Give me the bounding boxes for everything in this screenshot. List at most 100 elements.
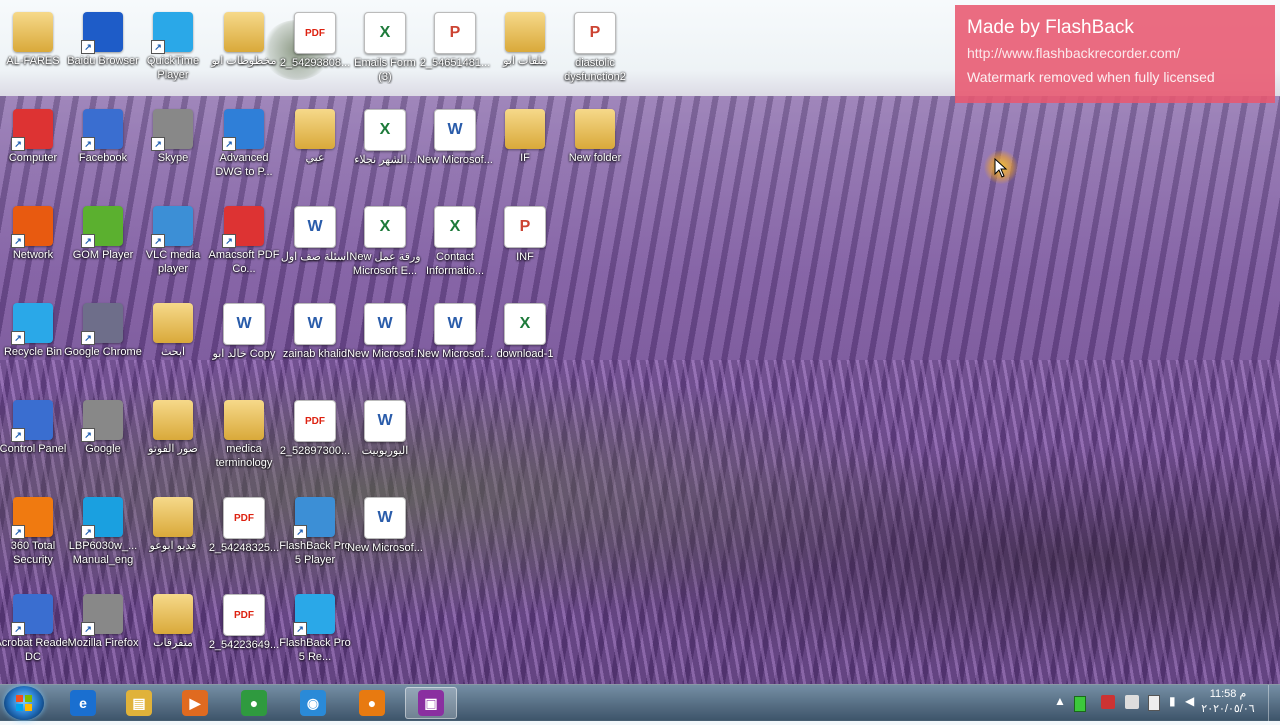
tray-volume-icon[interactable]: ◀ — [1185, 694, 1194, 708]
folder-file-icon — [575, 109, 615, 149]
desktop-icon-new-microsof[interactable]: W New Microsof... — [347, 491, 423, 585]
desktop-icon-skype[interactable]: ↗ Skype — [138, 103, 208, 197]
taskbar-button-media-player[interactable]: ▶ — [169, 687, 221, 719]
desktop-icon-item[interactable]: فديو ابوعو — [138, 491, 208, 585]
desktop-icon-2-54293808[interactable]: PDF 2_54293808... — [280, 6, 350, 100]
app-file-icon: ↗ — [222, 206, 264, 248]
desktop-icon-label: medica terminology — [215, 443, 273, 469]
desktop-icon-2-54651481[interactable]: P 2_54651481... — [420, 6, 490, 100]
desktop-icon-google[interactable]: ↗ Google — [68, 394, 138, 488]
desktop-icon-label: ملفات ابو — [503, 55, 547, 67]
desktop-icon-item[interactable]: X الشهر نجلاء... — [350, 103, 420, 197]
gom-player-icon: ● — [359, 690, 385, 716]
desktop-icon-mozilla-firefox[interactable]: ↗ Mozilla Firefox — [68, 588, 138, 682]
desktop-icon-inf[interactable]: P INF — [490, 200, 560, 294]
desktop-icon-label: عبي — [305, 152, 325, 164]
desktop-icon-computer[interactable]: ↗ Computer — [0, 103, 68, 197]
taskbar-button-windows-explorer[interactable]: ▤ — [113, 687, 165, 719]
desktop-icon-new-microsof[interactable]: W New Microsof... — [347, 297, 423, 391]
taskbar-button-baidu-browser[interactable]: ◉ — [287, 687, 339, 719]
desktop-icon-network[interactable]: ↗ Network — [0, 200, 68, 294]
tray-app-icon[interactable] — [1101, 695, 1115, 709]
desktop-icon-item[interactable]: متفرقات — [138, 588, 208, 682]
tray-battery-meter-icon[interactable] — [1074, 696, 1086, 712]
desktop-icon-download-1[interactable]: Xdownload-1 — [490, 297, 560, 391]
desktop-icon-control-panel[interactable]: ↗ Control Panel — [0, 394, 68, 488]
desktop-icon-recycle-bin[interactable]: ↗ Recycle Bin — [0, 297, 68, 391]
app-file-icon: ↗ — [293, 594, 335, 636]
shortcut-arrow-icon: ↗ — [81, 40, 95, 54]
desktop-icon-label: New Microsof... — [347, 348, 423, 360]
shortcut-arrow-icon: ↗ — [11, 622, 25, 636]
app-file-icon: ↗ — [81, 303, 123, 345]
desktop-icon-diastolic-dysfunction2[interactable]: Pdiastolic dysfunction2 — [560, 6, 630, 100]
google-chrome-icon: ● — [241, 690, 267, 716]
desktop-icon-label: Contact Informatio... — [425, 251, 485, 277]
desktop-icon-item[interactable]: W اسئلة صف اول — [280, 200, 350, 294]
desktop-icon-item[interactable]: ابحث — [138, 297, 208, 391]
desktop-icon-contact-informatio[interactable]: X Contact Informatio... — [420, 200, 490, 294]
desktop-icon-emails-form-3[interactable]: X Emails Form (3) — [350, 6, 420, 100]
taskbar: e ▤ ▶ ● ◉ ● ▣ ▲ ▮ ◀ 11:58 م ٢٠٢٠/٠٥/٠٦ — [0, 684, 1280, 721]
desktop-icon-medica-terminology[interactable]: medica terminology — [209, 394, 279, 488]
desktop-icon-360-total-security[interactable]: ↗ 360 Total Security — [0, 491, 68, 585]
desktop-icon-label: اليوريوبيت — [361, 445, 409, 457]
taskbar-button-google-chrome[interactable]: ● — [228, 687, 280, 719]
folder-file-icon — [13, 12, 53, 52]
desktop-icon-label: Control Panel — [0, 443, 67, 455]
desktop-icon-2-54223649[interactable]: PDF 2_54223649... — [209, 588, 279, 682]
desktop-icon-amacsoft-pdf-co[interactable]: ↗ Amacsoft PDF Co... — [209, 200, 279, 294]
desktop-icon-copy[interactable]: W خالد ابو Copy — [209, 297, 279, 391]
desktop-icon-acrobat-reader-dc[interactable]: ↗ Acrobat Reader DC — [0, 588, 72, 682]
desktop-icon-item[interactable]: ملفات ابو — [490, 6, 560, 100]
desktop-icon-label: LBP6030w_... Manual_eng — [68, 540, 138, 566]
desktop-icon-al-fares[interactable]: AL-FARES — [0, 6, 68, 100]
desktop-icon-lbp6030w-manual-eng[interactable]: ↗ LBP6030w_... Manual_eng — [68, 491, 138, 585]
app-file-icon: ↗ — [11, 400, 53, 442]
desktop-icon-label: خالد ابو Copy — [212, 348, 276, 360]
taskbar-button-gom-player[interactable]: ● — [346, 687, 398, 719]
desktop-icon-item[interactable]: صور الفوتو — [138, 394, 208, 488]
desktop-icon-new-microsof[interactable]: W New Microsof... — [417, 103, 493, 197]
tray-network-icon[interactable]: ▮ — [1169, 694, 1176, 708]
taskbar-button-internet-explorer[interactable]: e — [57, 687, 109, 719]
desktop-icon-new-microsoft-e[interactable]: X New ورقة عمل Microsoft E... — [349, 200, 421, 294]
desktop-icon-new-microsof[interactable]: W New Microsof... — [417, 297, 493, 391]
show-desktop-button[interactable] — [1268, 685, 1280, 721]
desktop-icon-2-52897300[interactable]: PDF 2_52897300... — [280, 394, 350, 488]
desktop-icon-advanced-dwg-to-p[interactable]: ↗ Advanced DWG to P... — [209, 103, 279, 197]
desktop-icon-label: Google — [85, 443, 121, 455]
desktop-icon-vlc-media-player[interactable]: ↗ VLC media player — [138, 200, 208, 294]
desktop-icon-gom-player[interactable]: ↗ GOM Player — [68, 200, 138, 294]
desktop-icon-item[interactable]: W اليوريوبيت — [350, 394, 420, 488]
desktop-icon-label: New Microsof... — [417, 154, 493, 166]
desktop-icon-zainab-khalid[interactable]: Wzainab khalid — [280, 297, 350, 391]
desktop-icon-baidu-browser[interactable]: ↗ Baidu Browser — [67, 6, 139, 100]
taskbar-clock[interactable]: 11:58 م ٢٠٢٠/٠٥/٠٦ — [1196, 687, 1260, 717]
desktop-icon-label: Skype — [157, 152, 189, 164]
desktop-icon-if[interactable]: IF — [490, 103, 560, 197]
tray-power-icon[interactable] — [1148, 695, 1160, 711]
desktop-icon-new-folder[interactable]: New folder — [560, 103, 630, 197]
desktop-icon-label: متفرقات — [153, 637, 193, 649]
desktop-icon-label: صور الفوتو — [148, 443, 198, 455]
desktop-icon-facebook[interactable]: ↗ Facebook — [68, 103, 138, 197]
desktop-icon-quicktime-player[interactable]: ↗ QuickTime Player — [138, 6, 208, 100]
desktop-icon-label: FlashBack Pro 5 Player — [279, 540, 351, 566]
tray-flag-icon[interactable] — [1125, 695, 1139, 709]
desktop-icon-flashback-pro-5-player[interactable]: ↗ FlashBack Pro 5 Player — [279, 491, 351, 585]
desktop-icon-item[interactable]: عبي — [280, 103, 350, 197]
pdf-file-icon: PDF — [223, 594, 265, 636]
desktop-icon-google-chrome[interactable]: ↗ Google Chrome — [64, 297, 142, 391]
desktop-icon-item[interactable]: مخطوطات ابو — [209, 6, 279, 100]
baidu-browser-icon: ◉ — [300, 690, 326, 716]
tray-expand-icon[interactable]: ▲ — [1054, 694, 1066, 708]
desktop-icon-2-54248325[interactable]: PDF 2_54248325... — [209, 491, 279, 585]
folder-file-icon — [153, 497, 193, 537]
taskbar-button-flashback-pro-5-recorder[interactable]: ▣ — [405, 687, 457, 719]
word-file-icon: W — [294, 206, 336, 248]
desktop[interactable]: AL-FARES ↗ Baidu Browser ↗ QuickTime Player م… — [0, 0, 1280, 684]
desktop-icon-label: FlashBack Pro 5 Re... — [279, 637, 351, 663]
start-button[interactable] — [4, 686, 44, 720]
desktop-icon-flashback-pro-5-re[interactable]: ↗ FlashBack Pro 5 Re... — [279, 588, 351, 682]
